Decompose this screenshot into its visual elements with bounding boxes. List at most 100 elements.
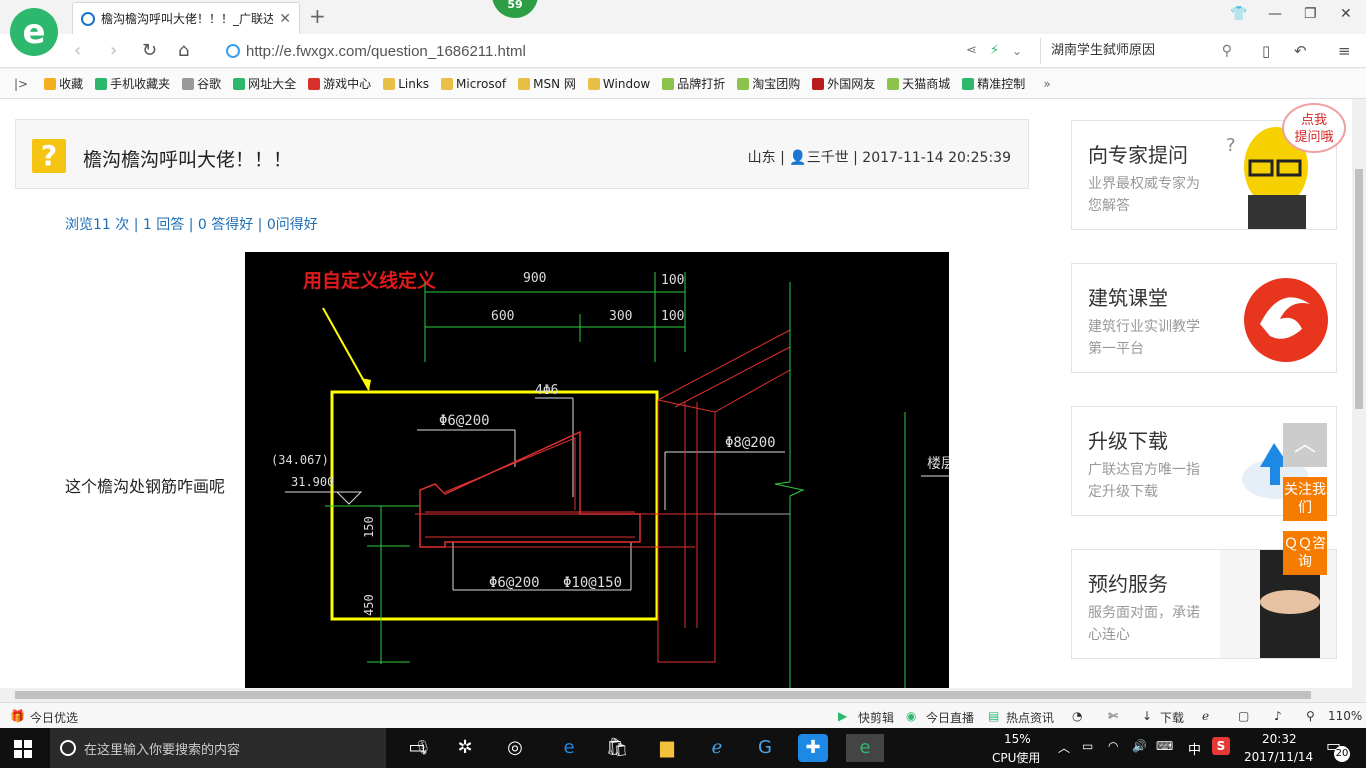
bookmark-folder-icon	[383, 77, 396, 90]
bookmark-item[interactable]: Links	[383, 75, 429, 92]
sidebar-toggle-icon[interactable]: |>	[14, 77, 28, 91]
qq-consult-button[interactable]: ＱＱ咨询	[1283, 531, 1327, 575]
app-plus-icon[interactable]: ✚	[798, 734, 828, 762]
bookmark-item[interactable]: 品牌打折	[662, 75, 725, 92]
horizontal-scroll-thumb[interactable]	[15, 691, 1311, 699]
question-header: ? 檐沟檐沟呼叫大佬！！！ 山东 | 👤三千世 | 2017-11-14 20:…	[15, 119, 1029, 189]
shirt-icon[interactable]: 👕	[1230, 6, 1247, 22]
app-spiral-icon[interactable]: ◎	[500, 734, 530, 762]
bookmark-item[interactable]: 收藏	[44, 75, 83, 92]
app-pinwheel-icon[interactable]: ✲	[450, 734, 480, 762]
bookmark-label: Microsof	[456, 76, 507, 91]
vertical-scroll-thumb[interactable]	[1355, 169, 1363, 409]
bookmark-item[interactable]: 游戏中心	[308, 75, 371, 92]
clock-date[interactable]: 2017/11/14	[1244, 750, 1313, 764]
zoom-level[interactable]: 110%	[1328, 709, 1362, 723]
back-icon[interactable]: ‹	[74, 40, 81, 61]
forward-icon[interactable]: ›	[110, 40, 117, 61]
ie-icon[interactable]: ℯ	[702, 734, 732, 762]
restore-icon[interactable]: ❐	[1304, 6, 1317, 22]
window-icon[interactable]: ▢	[1238, 709, 1249, 723]
follow-us-button[interactable]: 关注我们	[1283, 477, 1327, 521]
live-link[interactable]: 今日直播	[926, 709, 974, 726]
gift-icon[interactable]: 🎁	[10, 709, 25, 723]
sidebar-card-classroom[interactable]: 建筑课堂 建筑行业实训教学第一平台	[1071, 263, 1337, 373]
search-icon[interactable]: ⚲	[1222, 38, 1232, 64]
card-desc: 业界最权威专家为您解答	[1088, 176, 1200, 214]
back-to-top-button[interactable]: ︿	[1283, 423, 1327, 467]
browser-tab[interactable]: 檐沟檐沟呼叫大佬！！！_广联达 ✕	[72, 2, 300, 34]
card-desc: 建筑行业实训教学第一平台	[1088, 319, 1200, 357]
bookmark-label: 手机收藏夹	[110, 77, 171, 91]
refresh-icon[interactable]: ↻	[142, 40, 157, 61]
cpu-percent: 15%	[1004, 732, 1031, 746]
bookmark-item[interactable]: 外国网友	[812, 75, 875, 92]
mobile-icon[interactable]: ▯	[1262, 42, 1270, 60]
vertical-scrollbar[interactable]	[1352, 99, 1366, 688]
glodon-logo-icon	[1244, 278, 1328, 362]
sogou-ime-icon[interactable]: S	[1212, 737, 1230, 755]
browser-logo-icon[interactable]: e	[10, 8, 58, 56]
cad-elev-1: (34.067)	[271, 453, 329, 467]
tray-chevron-icon[interactable]: ︿	[1058, 739, 1070, 756]
tab-close-icon[interactable]: ✕	[279, 11, 291, 27]
bookmark-item[interactable]: 天猫商城	[887, 75, 950, 92]
notification-badge[interactable]: 59	[492, 0, 538, 18]
ask-me-badge[interactable]: 点我 提问哦	[1282, 103, 1346, 153]
360-browser-taskbar-icon[interactable]: e	[846, 734, 884, 762]
bookmark-item[interactable]: 谷歌	[182, 75, 221, 92]
bookmark-item[interactable]: Window	[587, 75, 650, 92]
bookmark-item[interactable]: 网址大全	[233, 75, 296, 92]
windows-start-icon[interactable]	[14, 740, 32, 758]
new-tab-icon[interactable]: +	[309, 4, 326, 28]
url-field[interactable]: http://e.fwxgx.com/question_1686211.html	[226, 38, 1032, 64]
today-picks-link[interactable]: 今日优选	[30, 709, 78, 726]
bookmark-folder-icon	[737, 77, 750, 90]
speaker-icon[interactable]: ♪	[1274, 709, 1282, 723]
clock-time[interactable]: 20:32	[1262, 732, 1297, 746]
minimize-icon[interactable]: —	[1268, 6, 1282, 22]
card-title: 升级下载	[1088, 429, 1168, 453]
edge-icon[interactable]: e	[554, 734, 584, 762]
search-input[interactable]: 湖南学生弑师原因 ⚲	[1040, 38, 1240, 64]
cad-rebar-r1: Φ6@200	[439, 413, 490, 429]
volume-icon[interactable]: 🔊	[1132, 739, 1147, 753]
bookmark-item[interactable]: 手机收藏夹	[95, 75, 170, 92]
battery-icon[interactable]: ▭	[1082, 739, 1093, 753]
cpu-label: CPU使用	[992, 751, 1041, 765]
menu-icon[interactable]: ≡	[1338, 42, 1351, 60]
ime-indicator[interactable]: 中	[1188, 739, 1201, 758]
file-explorer-icon[interactable]: ▆	[652, 734, 682, 762]
keyboard-icon[interactable]: ⌨	[1156, 739, 1173, 753]
taskbar-search-input[interactable]: 在这里输入你要搜索的内容 🎙	[50, 728, 432, 768]
glodon-g-icon[interactable]: G	[750, 734, 780, 762]
card-title: 建筑课堂	[1088, 286, 1168, 310]
task-view-icon[interactable]: ▭	[402, 734, 432, 762]
download-link[interactable]: 下载	[1160, 709, 1184, 726]
bookmark-item[interactable]: MSN 网	[518, 75, 576, 92]
store-icon[interactable]: 🛍	[602, 734, 632, 762]
quick-edit-link[interactable]: 快剪辑	[858, 709, 894, 726]
bookmark-label: 游戏中心	[323, 77, 372, 91]
speed-icon[interactable]: ◔	[1072, 709, 1082, 723]
qq-consult-label: ＱＱ咨询	[1284, 536, 1326, 570]
horizontal-scrollbar[interactable]	[0, 688, 1352, 702]
tools-icon[interactable]: ✄	[1108, 709, 1118, 723]
wifi-icon[interactable]: ◠	[1108, 739, 1118, 753]
share-icon[interactable]: ⋖	[966, 43, 977, 58]
lightning-icon[interactable]: ⚡	[990, 43, 999, 58]
sidebar-card-ask-expert[interactable]: 向专家提问 业界最权威专家为您解答 ? 点我 提问哦	[1071, 103, 1346, 230]
ie-mode-icon[interactable]: ℯ	[1202, 709, 1209, 723]
news-link[interactable]: 热点资讯	[1006, 709, 1054, 726]
chevron-down-icon[interactable]: ⌄	[1012, 44, 1022, 58]
question-stats[interactable]: 浏览11 次 | 1 回答 | 0 答得好 | 0问得好	[65, 214, 318, 234]
undo-icon[interactable]: ↶	[1294, 42, 1307, 60]
more-bookmarks-icon[interactable]: »	[1043, 77, 1050, 91]
close-window-icon[interactable]: ✕	[1340, 6, 1352, 22]
bookmark-item[interactable]: 淘宝团购	[737, 75, 800, 92]
bookmark-item[interactable]: 精准控制	[962, 75, 1025, 92]
bookmark-item[interactable]: Microsof	[441, 75, 506, 92]
home-icon[interactable]: ⌂	[178, 40, 189, 61]
taskbar-search-placeholder: 在这里输入你要搜索的内容	[84, 742, 241, 758]
download-icon: ↓	[1142, 709, 1153, 723]
